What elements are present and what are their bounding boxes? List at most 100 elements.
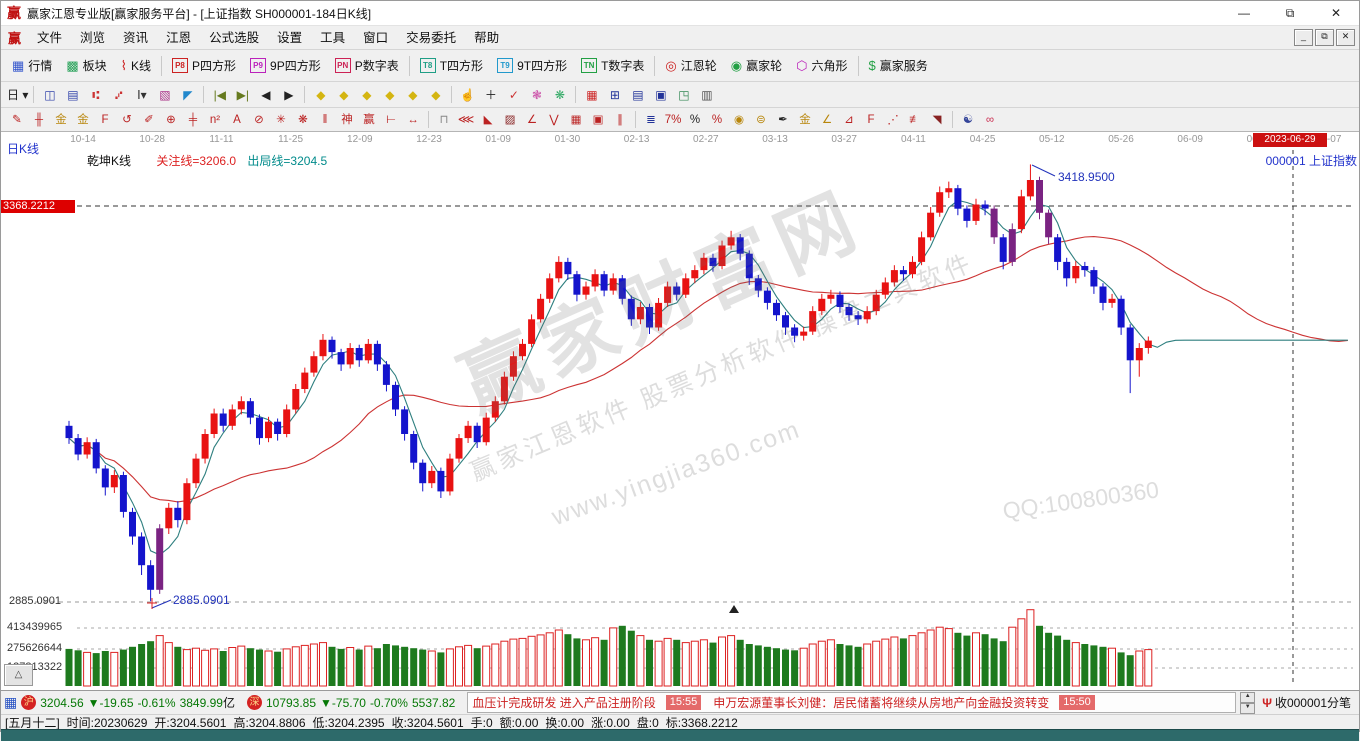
corner-tool[interactable]: ◥ [926, 111, 948, 129]
angle-line-tool[interactable]: ∠ [521, 111, 543, 129]
f-grid-tool[interactable]: F [94, 111, 116, 129]
volume-collapse-button[interactable]: △ [4, 664, 33, 686]
measure-check-icon[interactable]: ✓ [502, 85, 525, 105]
ruler-tool[interactable]: ⊢ [380, 111, 402, 129]
sectors-button[interactable]: ▩板块 [59, 53, 113, 79]
t-square-button[interactable]: T8T四方形 [413, 53, 490, 79]
gold-line-tool[interactable]: ⊜ [750, 111, 772, 129]
infinity-icon[interactable]: ∞ [979, 111, 1001, 129]
pct-tool[interactable]: % [684, 111, 706, 129]
trend-flag-icon[interactable]: ◤ [176, 85, 199, 105]
spiderweb-tool[interactable]: ❋ [292, 111, 314, 129]
a-channel-tool[interactable]: A [226, 111, 248, 129]
child-close-button[interactable]: ✕ [1336, 29, 1355, 46]
starburst-tool[interactable]: ✳ [270, 111, 292, 129]
knote-tool[interactable]: ‖ [314, 111, 336, 129]
menu-item-5[interactable]: 设置 [268, 27, 311, 49]
n2-tool[interactable]: n² [204, 111, 226, 129]
crosshair-icon[interactable]: ＋ [479, 85, 502, 105]
window-layout-icon[interactable]: ◫ [38, 85, 61, 105]
slash-lines-tool[interactable]: ∥ [609, 111, 631, 129]
menu-item-0[interactable]: 文件 [28, 27, 71, 49]
next-icon[interactable]: ▶ [277, 85, 300, 105]
notes-icon[interactable]: ▤ [626, 85, 649, 105]
gann-wheel-button[interactable]: ◎江恩轮 [658, 53, 723, 79]
taiji-icon[interactable]: ☯ [957, 111, 979, 129]
gann-right-diamond-icon[interactable]: ◆ [332, 85, 355, 105]
menu-item-6[interactable]: 工具 [311, 27, 354, 49]
gold-circle-tool[interactable]: ◉ [728, 111, 750, 129]
period-selector[interactable]: 日 ▾ [6, 85, 29, 105]
restore-button[interactable]: ⧉ [1267, 1, 1313, 25]
chips-icon[interactable]: ▧ [153, 85, 176, 105]
calendar-icon[interactable]: ▦ [580, 85, 603, 105]
winner-wheel-button[interactable]: ◉赢家轮 [724, 53, 789, 79]
clock-circle-tool[interactable]: ⊕ [160, 111, 182, 129]
gann-all-diamond-icon[interactable]: ◆ [424, 85, 447, 105]
speed-line-tool[interactable]: ⋰ [882, 111, 904, 129]
box-grid-tool[interactable]: ⊓ [433, 111, 455, 129]
bars-mini-icon[interactable]: ⑇ [107, 85, 130, 105]
minimize-button[interactable]: — [1221, 1, 1267, 25]
gann-cross-diamond-icon[interactable]: ◆ [401, 85, 424, 105]
gann-left-diamond-icon[interactable]: ◆ [309, 85, 332, 105]
gold-grid-tool[interactable]: 金 [50, 111, 72, 129]
ying-tool[interactable]: 赢 [358, 111, 380, 129]
spiral-tool[interactable]: ↺ [116, 111, 138, 129]
menu-item-3[interactable]: 江恩 [157, 27, 200, 49]
box-target-tool[interactable]: ▣ [587, 111, 609, 129]
quotes-button[interactable]: ▦行情 [5, 53, 59, 79]
p-number-button[interactable]: PNP数字表 [328, 53, 406, 79]
news-down-button[interactable]: ▼ [1240, 703, 1255, 714]
tab-daily-kline[interactable]: 日K线 [7, 140, 39, 157]
f-angle-tool[interactable]: F [860, 111, 882, 129]
menu-item-2[interactable]: 资讯 [114, 27, 157, 49]
ink-angle-tool[interactable]: ✒ [772, 111, 794, 129]
gann-hrange-diamond-icon[interactable]: ◆ [355, 85, 378, 105]
red-grid-tool[interactable]: ▦ [565, 111, 587, 129]
export-icon[interactable]: ◳ [672, 85, 695, 105]
chart-region[interactable]: 日K线 10-1410-2811-1111-2512-0912-2301-090… [1, 132, 1359, 690]
pct7-tool[interactable]: 7% [662, 111, 684, 129]
close-button[interactable]: ✕ [1313, 1, 1359, 25]
grid-tool[interactable]: ╫ [28, 111, 50, 129]
brain-green-icon[interactable]: ❋ [548, 85, 571, 105]
gold-angle-tool[interactable]: ∠ [816, 111, 838, 129]
j-angle-tool[interactable]: ⊿ [838, 111, 860, 129]
calculator-icon[interactable]: ⊞ [603, 85, 626, 105]
winner-service-button[interactable]: $赢家服务 [862, 53, 935, 79]
fan-box-tool[interactable]: ▨ [499, 111, 521, 129]
child-restore-button[interactable]: ⧉ [1315, 29, 1334, 46]
menu-item-7[interactable]: 窗口 [354, 27, 397, 49]
quote-table-icon[interactable]: ▦ [4, 694, 17, 711]
hexagon-button[interactable]: ⬡六角形 [789, 53, 854, 79]
resist-line-tool[interactable]: ≢ [904, 111, 926, 129]
last-page-icon[interactable]: ▶| [231, 85, 254, 105]
dense-grid-tool[interactable]: ╪ [182, 111, 204, 129]
news-item-1[interactable]: 申万宏源董事长刘健：居民储蓄将继续从房地产向金融投资转变 [713, 694, 1049, 711]
v-line-tool[interactable]: ⋁ [543, 111, 565, 129]
pen-tool[interactable]: ✎ [6, 111, 28, 129]
candle-style-icon[interactable]: Ⅰ▾ [130, 85, 153, 105]
brain-pink-icon[interactable]: ❃ [525, 85, 548, 105]
prev-icon[interactable]: ◀ [254, 85, 277, 105]
first-page-icon[interactable]: |◀ [208, 85, 231, 105]
menu-item-8[interactable]: 交易委托 [397, 27, 465, 49]
news-ticker[interactable]: 血压计完成研发 进入产品注册阶段15:55申万宏源董事长刘健：居民储蓄将继续从房… [467, 692, 1236, 713]
fan-lines-tool[interactable]: ⋘ [455, 111, 477, 129]
brush-tool[interactable]: ✐ [138, 111, 160, 129]
t-number-button[interactable]: TNT数字表 [574, 53, 651, 79]
print-icon[interactable]: ▥ [695, 85, 718, 105]
level-list-tool[interactable]: ≣ [640, 111, 662, 129]
bars-small-icon[interactable]: ⑆ [84, 85, 107, 105]
circle-slash-tool[interactable]: ⊘ [248, 111, 270, 129]
child-minimize-button[interactable]: _ [1294, 29, 1313, 46]
p-square-button[interactable]: P8P四方形 [165, 53, 243, 79]
kline-button[interactable]: ⌇K线 [114, 53, 158, 79]
quote-info-icon[interactable]: ▤ [61, 85, 84, 105]
menu-item-1[interactable]: 浏览 [71, 27, 114, 49]
pct-line-tool[interactable]: % [706, 111, 728, 129]
9p-square-button[interactable]: P99P四方形 [243, 53, 328, 79]
fan-shade-tool[interactable]: ◣ [477, 111, 499, 129]
save-icon[interactable]: ▣ [649, 85, 672, 105]
